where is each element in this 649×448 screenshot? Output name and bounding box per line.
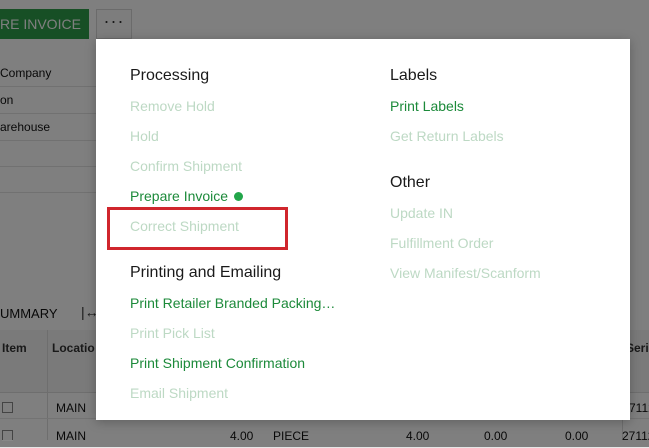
section-title-other: Other [390,174,431,191]
menu-item-view-manifest-scanform[interactable]: View Manifest/Scanform [390,265,541,281]
status-dot-icon [234,191,244,201]
menu-item-get-return-labels[interactable]: Get Return Labels [390,128,504,144]
menu-item-email-shipment[interactable]: Email Shipment [130,385,228,401]
menu-item-print-pick-list[interactable]: Print Pick List [130,325,215,341]
menu-item-hold[interactable]: Hold [130,128,159,144]
menu-item-fulfillment-order[interactable]: Fulfillment Order [390,235,493,251]
highlight-annotation [107,207,288,250]
menu-item-print-retailer-packing[interactable]: Print Retailer Branded Packing… [130,295,335,311]
menu-item-confirm-shipment[interactable]: Confirm Shipment [130,158,242,174]
section-title-labels: Labels [390,67,438,84]
menu-item-remove-hold[interactable]: Remove Hold [130,98,215,114]
section-title-processing: Processing [130,67,210,84]
section-title-printing: Printing and Emailing [130,264,282,281]
menu-item-label: Prepare Invoice [130,188,229,204]
menu-item-prepare-invoice[interactable]: Prepare Invoice [130,188,244,204]
menu-item-print-labels[interactable]: Print Labels [390,98,464,114]
menu-item-update-in[interactable]: Update IN [390,205,453,221]
menu-item-print-shipment-confirmation[interactable]: Print Shipment Confirmation [130,355,305,371]
